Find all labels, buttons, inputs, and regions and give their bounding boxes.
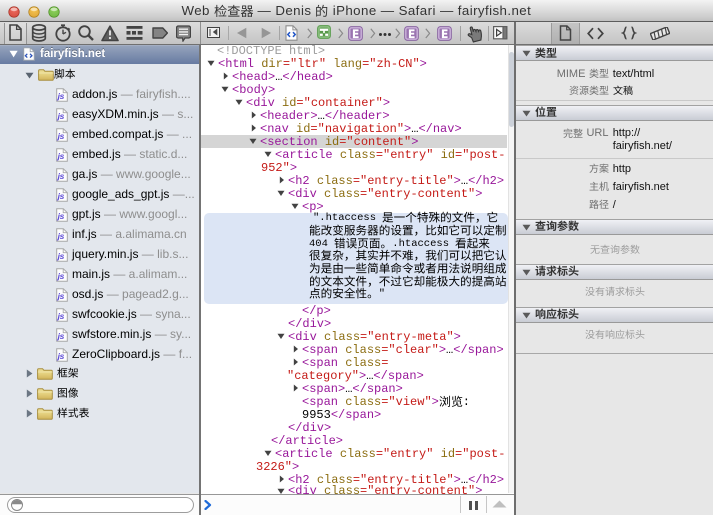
svg-text:js: js bbox=[57, 91, 65, 101]
svg-text:js: js bbox=[57, 131, 65, 141]
svg-text:js: js bbox=[57, 151, 65, 161]
svg-text:js: js bbox=[57, 231, 65, 241]
svg-text:js: js bbox=[57, 111, 65, 121]
svg-text:js: js bbox=[57, 271, 65, 281]
svg-text:js: js bbox=[57, 191, 65, 201]
svg-text:js: js bbox=[57, 251, 65, 261]
svg-text:js: js bbox=[57, 211, 65, 221]
svg-text:js: js bbox=[57, 331, 65, 341]
svg-text:js: js bbox=[57, 311, 65, 321]
svg-text:js: js bbox=[57, 291, 65, 301]
svg-text:js: js bbox=[57, 351, 65, 361]
svg-text:js: js bbox=[57, 171, 65, 181]
